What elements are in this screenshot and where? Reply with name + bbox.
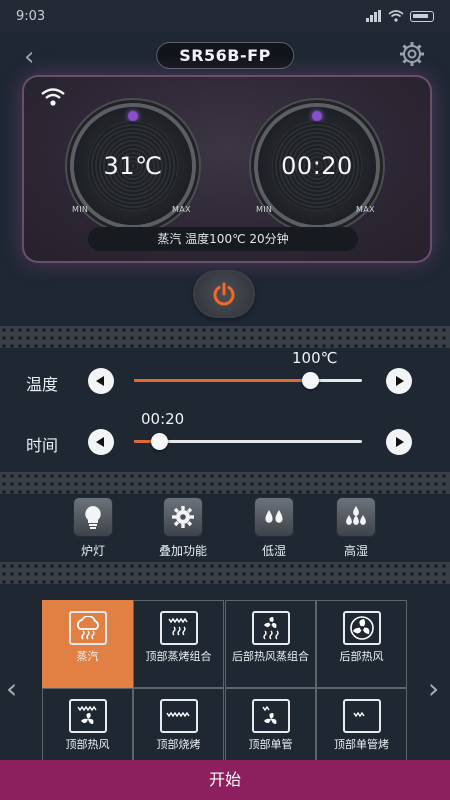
- next-page-icon[interactable]: ›: [428, 672, 439, 705]
- two-drops-icon: [255, 498, 293, 536]
- feature-label: 高湿: [343, 544, 368, 558]
- gear-icon: [164, 498, 202, 536]
- settings-gear-icon[interactable]: [398, 40, 426, 72]
- feature-overlay-function[interactable]: 叠加功能: [143, 498, 223, 559]
- top-fan-icon: [68, 699, 107, 733]
- mode-label: 顶部单管: [248, 738, 293, 751]
- temp-max-label: MAX: [172, 205, 191, 214]
- mode-top-steam-combo[interactable]: 顶部蒸烤组合: [133, 600, 224, 688]
- display-panel: 31℃ MIN MAX 00:20 MIN MAX 蒸汽 温度100℃ 20分钟: [22, 75, 432, 263]
- fan-steam-icon: [251, 611, 290, 645]
- time-min-label: MIN: [256, 205, 273, 214]
- divider-strip: [0, 472, 450, 494]
- temperature-slider-thumb[interactable]: [302, 372, 319, 389]
- mode-rear-fan[interactable]: 后部热风: [316, 600, 407, 688]
- time-label: 时间: [26, 436, 59, 455]
- mode-label: 顶部单管烤: [334, 738, 389, 751]
- previous-page-icon[interactable]: ‹: [6, 672, 17, 705]
- many-drops-icon: [337, 498, 375, 536]
- feature-oven-light[interactable]: 炉灯: [53, 498, 133, 559]
- mode-label: 顶部热风: [65, 738, 110, 751]
- feature-label: 低湿: [261, 544, 286, 558]
- feature-label: 叠加功能: [158, 544, 207, 558]
- top-steam-icon: [159, 611, 198, 645]
- right-arrow-icon: [396, 376, 404, 386]
- top-bar: ‹ SR56B-FP: [0, 32, 450, 78]
- left-arrow-icon: [96, 437, 104, 447]
- steam-cloud-icon: [68, 611, 107, 645]
- fan-icon: [342, 611, 381, 645]
- temperature-slider[interactable]: [134, 372, 362, 389]
- time-increase-button[interactable]: [386, 429, 412, 455]
- single-tube-icon: [342, 699, 381, 733]
- right-arrow-icon: [396, 437, 404, 447]
- mode-rear-fan-steam-combo[interactable]: 后部热风蒸组合: [225, 600, 316, 688]
- temperature-label: 温度: [26, 375, 59, 394]
- status-time: 9:03: [16, 8, 46, 24]
- feature-label: 炉灯: [80, 544, 105, 558]
- mode-label: 后部热风: [339, 650, 384, 663]
- mode-label: 顶部烧烤: [156, 738, 201, 751]
- power-button[interactable]: [195, 272, 253, 316]
- time-slider[interactable]: [134, 433, 362, 450]
- wifi-icon: [41, 88, 65, 106]
- time-readout: 00:20: [281, 152, 353, 180]
- model-title: SR56B-FP: [156, 42, 294, 69]
- left-arrow-icon: [96, 376, 104, 386]
- mode-steam[interactable]: 蒸汽: [42, 600, 133, 688]
- status-bar: 9:03: [0, 0, 450, 32]
- time-slider-thumb[interactable]: [151, 433, 168, 450]
- feature-low-humidity[interactable]: 低湿: [234, 498, 314, 559]
- temperature-decrease-button[interactable]: [88, 368, 114, 394]
- cooking-status-text: 蒸汽 温度100℃ 20分钟: [88, 227, 358, 251]
- dial-indicator-dot: [312, 111, 322, 121]
- back-icon[interactable]: ‹: [24, 42, 34, 72]
- temperature-slider-fill: [134, 379, 310, 382]
- time-decrease-button[interactable]: [88, 429, 114, 455]
- single-tube-fan-icon: [251, 699, 290, 733]
- time-dial-face: 00:20: [272, 121, 362, 211]
- temperature-readout: 31℃: [103, 152, 163, 180]
- mode-grid: 蒸汽 顶部蒸烤组合 后部热风蒸组合 后部热风 顶部热风 顶部烧烤 顶部单管 顶部…: [42, 600, 408, 776]
- power-icon: [213, 282, 235, 306]
- battery-icon: [410, 10, 434, 22]
- divider-strip: [0, 326, 450, 348]
- feature-high-humidity[interactable]: 高湿: [316, 498, 396, 559]
- status-icons: [366, 10, 434, 22]
- signal-icon: [366, 10, 381, 22]
- start-button[interactable]: 开始: [0, 760, 450, 800]
- dial-indicator-dot: [128, 111, 138, 121]
- temperature-slider-value: 100℃: [292, 349, 338, 367]
- lightbulb-icon: [74, 498, 112, 536]
- divider-strip: [0, 562, 450, 584]
- time-slider-value: 00:20: [141, 410, 185, 428]
- temperature-dial-face: 31℃: [88, 121, 178, 211]
- grill-icon: [159, 699, 198, 733]
- mode-label: 蒸汽: [76, 650, 99, 663]
- time-max-label: MAX: [356, 205, 375, 214]
- mode-label: 顶部蒸烤组合: [145, 650, 212, 663]
- temp-min-label: MIN: [72, 205, 89, 214]
- mode-label: 后部热风蒸组合: [232, 650, 309, 663]
- temperature-increase-button[interactable]: [386, 368, 412, 394]
- wifi-status-icon: [388, 10, 404, 22]
